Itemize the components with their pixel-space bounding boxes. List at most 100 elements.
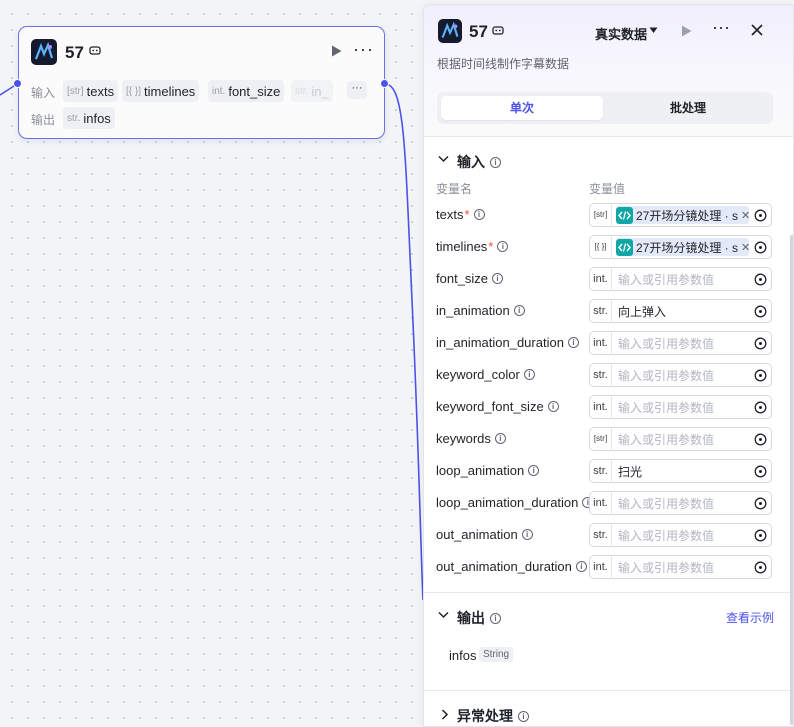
bot-icon bbox=[89, 45, 101, 56]
reference-target-icon[interactable] bbox=[749, 492, 771, 514]
info-icon: i bbox=[528, 465, 540, 476]
chevron-right-icon[interactable] bbox=[441, 709, 449, 720]
variable-value-field[interactable]: str. 输入或引用参数值 bbox=[589, 363, 772, 387]
variable-value-field[interactable]: str. 输入或引用参数值 bbox=[589, 523, 772, 547]
reference-target-icon[interactable] bbox=[749, 524, 771, 546]
close-icon[interactable] bbox=[750, 23, 764, 37]
run-node-icon[interactable] bbox=[331, 45, 342, 57]
node-output-tag: str. infos bbox=[63, 107, 115, 129]
value-text[interactable]: 扫光 bbox=[612, 463, 749, 480]
remove-reference-icon[interactable]: ✕ bbox=[741, 241, 749, 254]
variable-name: keyword_font_size i bbox=[436, 399, 559, 414]
variable-value-field[interactable]: int. 输入或引用参数值 bbox=[589, 395, 772, 419]
chevron-down-icon[interactable] bbox=[438, 611, 449, 619]
variable-value-field[interactable]: int. 输入或引用参数值 bbox=[589, 331, 772, 355]
remove-reference-icon[interactable]: ✕ bbox=[741, 209, 749, 222]
reference-target-icon[interactable] bbox=[749, 556, 771, 578]
caret-down-icon[interactable] bbox=[649, 27, 658, 34]
variable-name: in_animation_duration i bbox=[436, 335, 579, 350]
node-description: 根据时间线制作字幕数据 bbox=[437, 57, 570, 71]
node-input-tag: int. font_size bbox=[208, 80, 285, 102]
node-title: 57 bbox=[65, 43, 84, 62]
data-mode-select[interactable]: 真实数据 bbox=[595, 24, 647, 43]
reference-target-icon[interactable] bbox=[749, 396, 771, 418]
reference-target-icon[interactable] bbox=[749, 460, 771, 482]
output-type-badge: String bbox=[479, 647, 514, 662]
column-header-value: 变量值 bbox=[589, 182, 626, 196]
reference-target-icon[interactable] bbox=[749, 300, 771, 322]
variable-name: keyword_color i bbox=[436, 367, 535, 382]
workflow-node[interactable]: 57 ··· 输入 [str] texts [{ }] timelines int.… bbox=[18, 26, 385, 139]
inputs-section-title: 输入 i bbox=[457, 152, 501, 172]
reference-target-icon[interactable] bbox=[749, 428, 771, 450]
info-icon: i bbox=[497, 241, 509, 252]
info-icon: i bbox=[492, 273, 504, 284]
run-icon[interactable] bbox=[681, 25, 692, 37]
type-badge: [str] bbox=[590, 428, 612, 450]
type-badge: int. bbox=[590, 396, 612, 418]
variable-name: loop_animation_duration i bbox=[436, 495, 594, 510]
reference-target-icon[interactable] bbox=[749, 236, 771, 258]
variable-name: out_animation_duration i bbox=[436, 559, 587, 574]
info-icon: i bbox=[521, 529, 533, 540]
info-icon: i bbox=[513, 305, 525, 316]
variable-value-field[interactable]: [{ }]27开场分镜处理 · s✕ bbox=[589, 235, 772, 259]
value-placeholder[interactable]: 输入或引用参数值 bbox=[612, 495, 749, 512]
variable-value-field[interactable]: str. 向上弹入 bbox=[589, 299, 772, 323]
chevron-down-icon[interactable] bbox=[438, 155, 449, 163]
variable-value-field[interactable]: int. 输入或引用参数值 bbox=[589, 267, 772, 291]
output-name: infos bbox=[449, 648, 477, 663]
value-placeholder[interactable]: 输入或引用参数值 bbox=[612, 335, 749, 352]
reference-target-icon[interactable] bbox=[749, 332, 771, 354]
view-example-link[interactable]: 查看示例 bbox=[726, 609, 774, 626]
type-badge: str. bbox=[590, 300, 612, 322]
reference-target-icon[interactable] bbox=[749, 364, 771, 386]
reference-label: 27开场分镜处理 · s bbox=[636, 208, 739, 223]
value-text[interactable]: 向上弹入 bbox=[612, 303, 749, 320]
node-inputs-more-button[interactable]: ··· bbox=[347, 81, 367, 99]
variable-value-field[interactable]: int. 输入或引用参数值 bbox=[589, 491, 772, 515]
info-icon: i bbox=[490, 156, 501, 168]
reference-target-icon[interactable] bbox=[749, 268, 771, 290]
outputs-section-title: 输出 i bbox=[457, 608, 501, 628]
variable-value-field[interactable]: int. 输入或引用参数值 bbox=[589, 555, 772, 579]
type-badge: int. bbox=[590, 332, 612, 354]
info-icon: i bbox=[490, 612, 501, 624]
tab-single[interactable]: 单次 bbox=[441, 96, 603, 120]
info-icon: i bbox=[518, 710, 529, 722]
reference-target-icon[interactable] bbox=[749, 204, 771, 226]
bot-icon bbox=[492, 25, 504, 36]
variable-name: out_animation i bbox=[436, 527, 533, 542]
value-placeholder[interactable]: 输入或引用参数值 bbox=[612, 431, 749, 448]
tab-batch[interactable]: 批处理 bbox=[607, 96, 769, 120]
reference-chip[interactable]: 27开场分镜处理 · s✕ bbox=[616, 206, 749, 224]
value-placeholder[interactable]: 输入或引用参数值 bbox=[612, 527, 749, 544]
required-marker: * bbox=[488, 239, 494, 254]
node-more-icon[interactable]: ··· bbox=[353, 40, 374, 58]
exception-section-title: 异常处理 i bbox=[457, 706, 529, 726]
info-icon: i bbox=[523, 369, 535, 380]
type-badge: [str] bbox=[590, 204, 612, 226]
value-placeholder[interactable]: 输入或引用参数值 bbox=[612, 399, 749, 416]
input-port[interactable] bbox=[13, 79, 22, 88]
node-input-tag: [{ }] timelines bbox=[122, 80, 200, 102]
value-placeholder[interactable]: 输入或引用参数值 bbox=[612, 271, 749, 288]
panel-logo-icon bbox=[438, 19, 462, 43]
type-badge: [{ }] bbox=[590, 236, 612, 258]
value-placeholder[interactable]: 输入或引用参数值 bbox=[612, 559, 749, 576]
variable-name: in_animation i bbox=[436, 303, 525, 318]
scrollbar[interactable] bbox=[790, 235, 793, 725]
panel-title: 57 bbox=[469, 22, 488, 41]
code-node-icon bbox=[616, 238, 633, 256]
type-badge: str. bbox=[590, 524, 612, 546]
node-logo-icon bbox=[31, 39, 57, 65]
variable-value-field[interactable]: [str]27开场分镜处理 · s✕ bbox=[589, 203, 772, 227]
run-mode-tabs: 单次 批处理 bbox=[437, 92, 773, 124]
variable-value-field[interactable]: str. 扫光 bbox=[589, 459, 772, 483]
value-placeholder[interactable]: 输入或引用参数值 bbox=[612, 367, 749, 384]
info-icon: i bbox=[473, 209, 485, 220]
variable-value-field[interactable]: [str] 输入或引用参数值 bbox=[589, 427, 772, 451]
reference-chip[interactable]: 27开场分镜处理 · s✕ bbox=[616, 238, 749, 256]
more-icon[interactable]: ··· bbox=[712, 18, 730, 36]
output-port[interactable] bbox=[380, 79, 389, 88]
